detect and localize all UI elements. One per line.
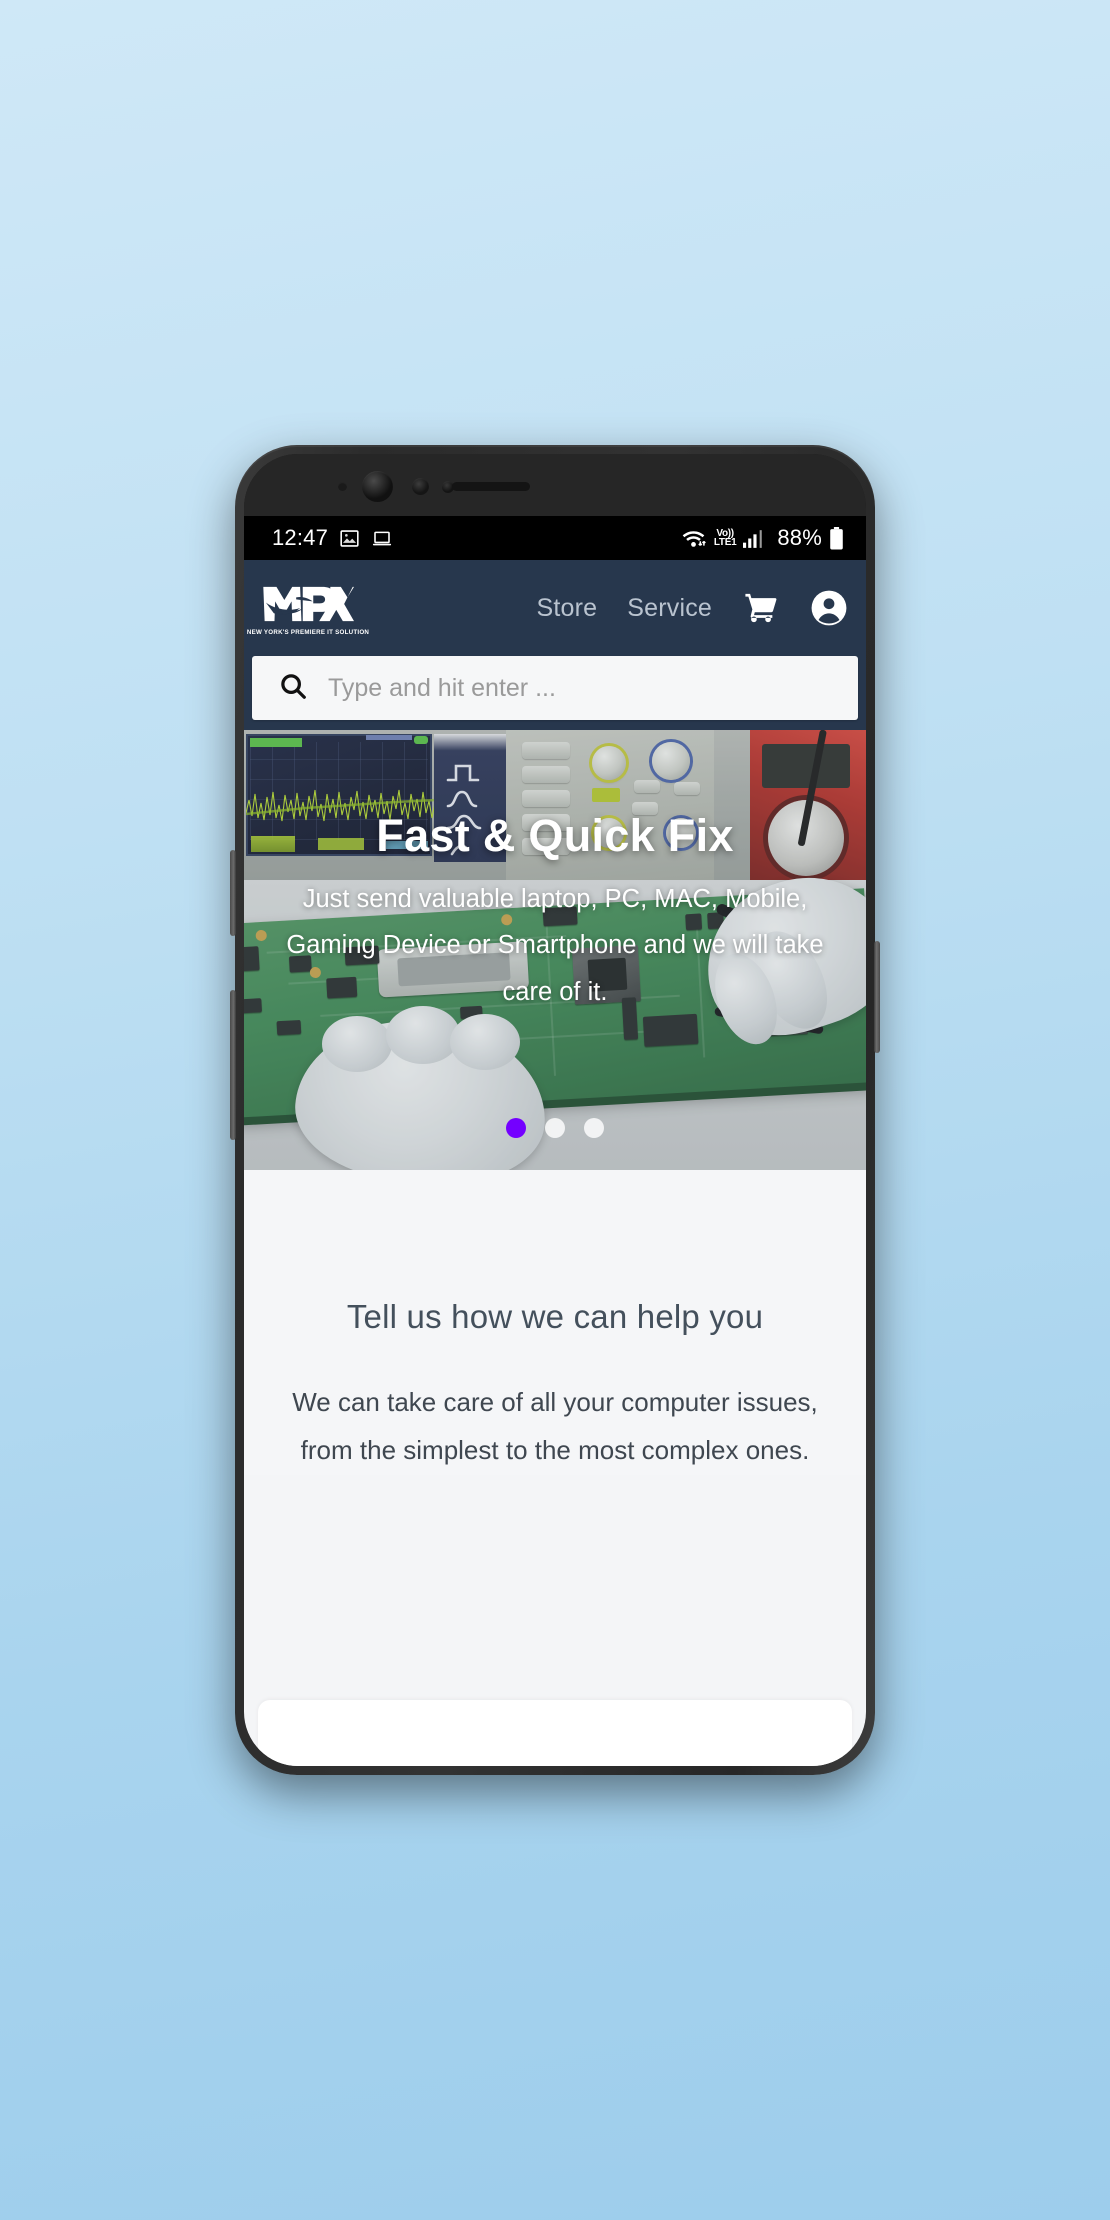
front-camera-icon	[362, 471, 393, 502]
nav-link-service[interactable]: Service	[627, 594, 712, 623]
signal-bars-icon	[743, 528, 768, 549]
search-bar[interactable]	[252, 656, 858, 720]
volte-icon: Vo)) LTE1	[713, 527, 737, 548]
main-nav: Store Service	[536, 589, 848, 627]
brand-logo[interactable]: NEW YORK'S PREMIERE IT SOLUTION	[247, 577, 369, 639]
carousel-dots	[244, 1118, 866, 1138]
status-clock: 12:47	[272, 525, 329, 550]
laptop-icon	[371, 528, 393, 549]
image-icon	[339, 528, 360, 549]
hero-subtitle: Just send valuable laptop, PC, MAC, Mobi…	[286, 885, 824, 1006]
phone-screen: 12:47 Vo)) LTE1 88% NEW YORK'S PREMIERE …	[244, 516, 866, 1766]
sensor-dot-icon	[338, 482, 347, 491]
shopping-cart-icon[interactable]	[742, 591, 780, 625]
hero-copy: Fast & Quick Fix Just send valuable lapt…	[244, 730, 866, 1170]
bottom-card[interactable]	[258, 1700, 852, 1766]
help-title: Tell us how we can help you	[346, 1298, 764, 1335]
search-input[interactable]	[328, 673, 832, 703]
app-header: NEW YORK'S PREMIERE IT SOLUTION Store Se…	[244, 560, 866, 656]
carousel-dot-2[interactable]	[545, 1118, 565, 1138]
earpiece-speaker	[452, 482, 530, 491]
logo-tagline: NEW YORK'S PREMIERE IT SOLUTION	[246, 628, 370, 636]
carousel-dot-1[interactable]	[506, 1118, 526, 1138]
phone-device: 12:47 Vo)) LTE1 88% NEW YORK'S PREMIERE …	[230, 445, 880, 1775]
account-circle-icon[interactable]	[810, 589, 848, 627]
search-section	[244, 656, 866, 730]
help-section: Tell us how we can help you We can take …	[244, 1170, 866, 1475]
nav-link-store[interactable]: Store	[536, 594, 597, 623]
sensor-strip	[244, 454, 866, 516]
battery-percent: 88%	[777, 525, 822, 550]
phone-bezel: 12:47 Vo)) LTE1 88% NEW YORK'S PREMIERE …	[244, 454, 866, 1766]
search-icon[interactable]	[278, 671, 308, 706]
wifi-icon	[680, 527, 707, 549]
battery-icon	[829, 526, 844, 550]
hero-title: Fast & Quick Fix	[376, 810, 734, 861]
mpx-logo-icon	[263, 586, 354, 621]
carousel-dot-3[interactable]	[584, 1118, 604, 1138]
proximity-sensor-icon	[412, 478, 429, 495]
hero-carousel[interactable]: Fast & Quick Fix Just send valuable lapt…	[244, 730, 866, 1170]
status-bar: 12:47 Vo)) LTE1 88%	[244, 516, 866, 560]
help-body: We can take care of all your computer is…	[292, 1387, 818, 1466]
power-button[interactable]	[874, 941, 880, 1053]
